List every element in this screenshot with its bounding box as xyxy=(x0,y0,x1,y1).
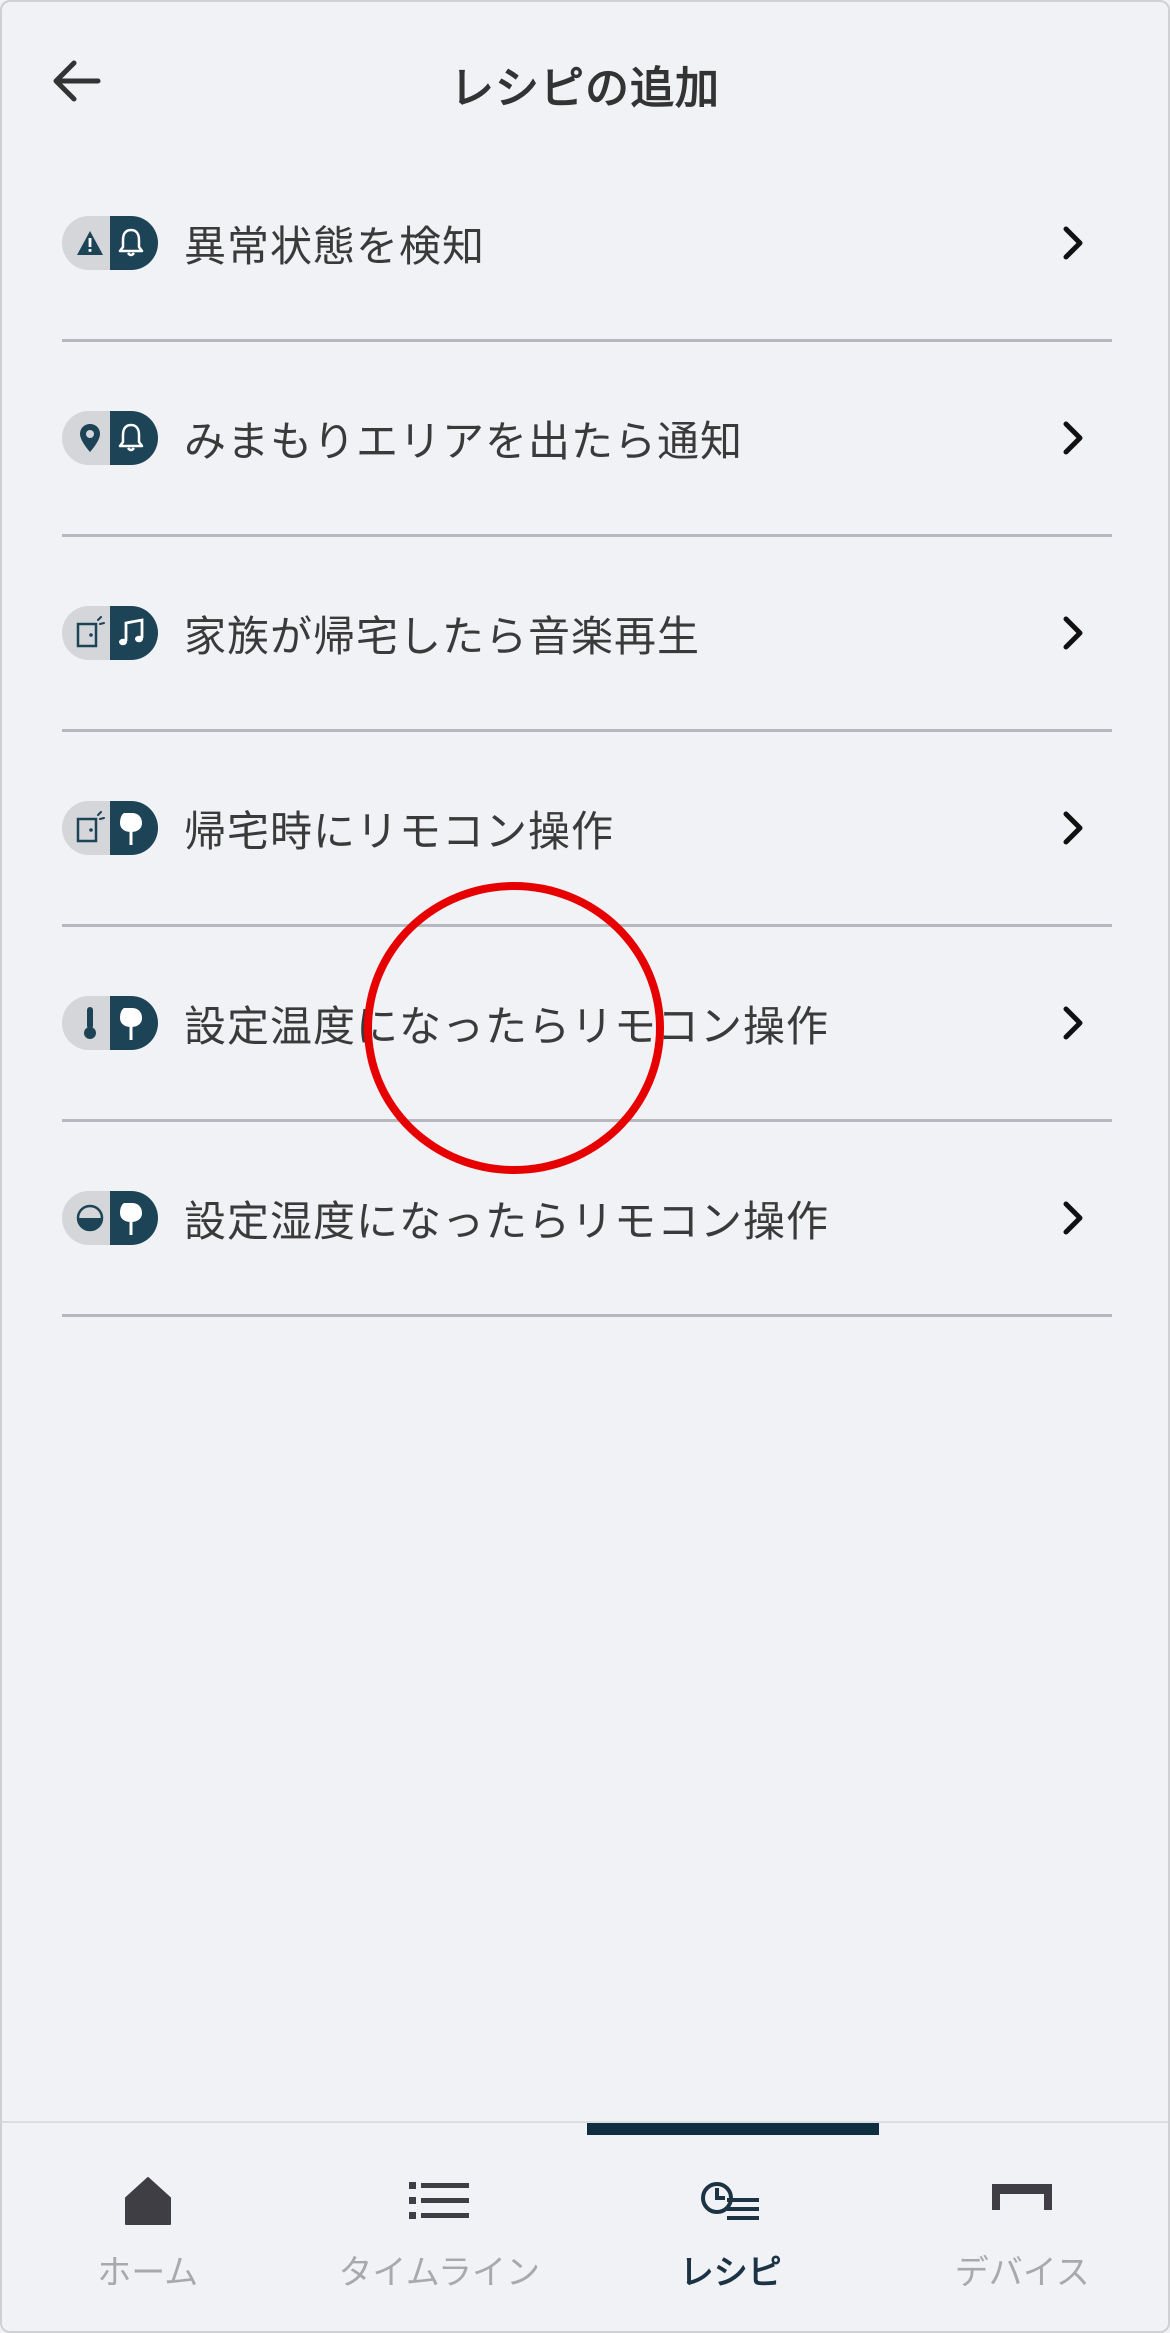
recipe-icon-pill xyxy=(62,1191,158,1245)
nav-label: レシピ xyxy=(679,2253,782,2293)
nav-label: デバイス xyxy=(954,2253,1090,2293)
active-tab-indicator xyxy=(587,2123,879,2135)
remote-plug-icon xyxy=(120,1008,142,1040)
remote-plug-icon xyxy=(120,813,142,845)
screen: レシピの追加 異常状態を検知 みまもりエリアを出たら通知 家族が帰宅したら音楽再… xyxy=(0,0,1170,2333)
recipe-item-temperature-remote[interactable]: 設定温度になったらリモコン操作 xyxy=(62,927,1112,1122)
chevron-right-icon xyxy=(1056,615,1092,651)
bell-icon xyxy=(118,228,144,257)
recipe-item-leave-area-notify[interactable]: みまもりエリアを出たら通知 xyxy=(62,342,1112,537)
nav-label: ホーム xyxy=(97,2253,199,2293)
device-icon xyxy=(992,2184,1053,2210)
recipe-label: 設定湿度になったらリモコン操作 xyxy=(184,1196,830,1246)
recipe-label: 異常状態を検知 xyxy=(184,221,486,271)
nav-recipe[interactable]: レシピ xyxy=(585,2123,877,2331)
chevron-right-icon xyxy=(1056,1005,1092,1041)
recipe-label: 家族が帰宅したら音楽再生 xyxy=(184,611,701,661)
remote-plug-icon xyxy=(120,1203,142,1235)
recipe-icon-pill xyxy=(62,996,158,1050)
door-sensor-icon xyxy=(76,616,105,648)
chevron-right-icon xyxy=(1056,1200,1092,1236)
nav-label: タイムライン xyxy=(338,2253,541,2293)
recipe-icon-pill xyxy=(62,801,158,855)
recipe-icon xyxy=(700,2182,759,2220)
recipe-item-return-home-remote[interactable]: 帰宅時にリモコン操作 xyxy=(62,732,1112,927)
chevron-right-icon xyxy=(1056,225,1092,261)
music-note-icon xyxy=(119,618,144,646)
thermometer-icon xyxy=(84,1007,96,1039)
recipe-item-humidity-remote[interactable]: 設定湿度になったらリモコン操作 xyxy=(62,1122,1112,1317)
chevron-right-icon xyxy=(1056,420,1092,456)
door-sensor-icon xyxy=(76,811,105,843)
recipe-label: 設定温度になったらリモコン操作 xyxy=(184,1001,830,1051)
nav-home[interactable]: ホーム xyxy=(2,2123,294,2331)
location-pin-icon xyxy=(80,424,100,452)
recipe-icon-pill xyxy=(62,606,158,660)
recipe-icon-pill xyxy=(62,411,158,465)
nav-timeline[interactable]: タイムライン xyxy=(294,2123,586,2331)
app-header: レシピの追加 xyxy=(2,2,1168,162)
list-icon xyxy=(409,2182,470,2219)
recipe-item-anomaly-detect[interactable]: 異常状態を検知 xyxy=(62,147,1112,342)
recipe-item-return-home-music[interactable]: 家族が帰宅したら音楽再生 xyxy=(62,537,1112,732)
chevron-right-icon xyxy=(1056,810,1092,846)
humidity-drop-icon xyxy=(76,1204,104,1232)
warning-icon xyxy=(77,231,103,255)
bottom-nav: ホーム タイムライン レシピ デバイス xyxy=(2,2121,1168,2331)
recipe-label: みまもりエリアを出たら通知 xyxy=(184,416,744,466)
recipe-label: 帰宅時にリモコン操作 xyxy=(184,806,615,856)
home-icon xyxy=(124,2177,171,2225)
nav-device[interactable]: デバイス xyxy=(877,2123,1169,2331)
recipe-icon-pill xyxy=(62,216,158,270)
bell-icon xyxy=(118,423,144,452)
recipe-list: 異常状態を検知 みまもりエリアを出たら通知 家族が帰宅したら音楽再生 帰宅時にリ… xyxy=(62,147,1112,1317)
page-title: レシピの追加 xyxy=(450,63,720,114)
